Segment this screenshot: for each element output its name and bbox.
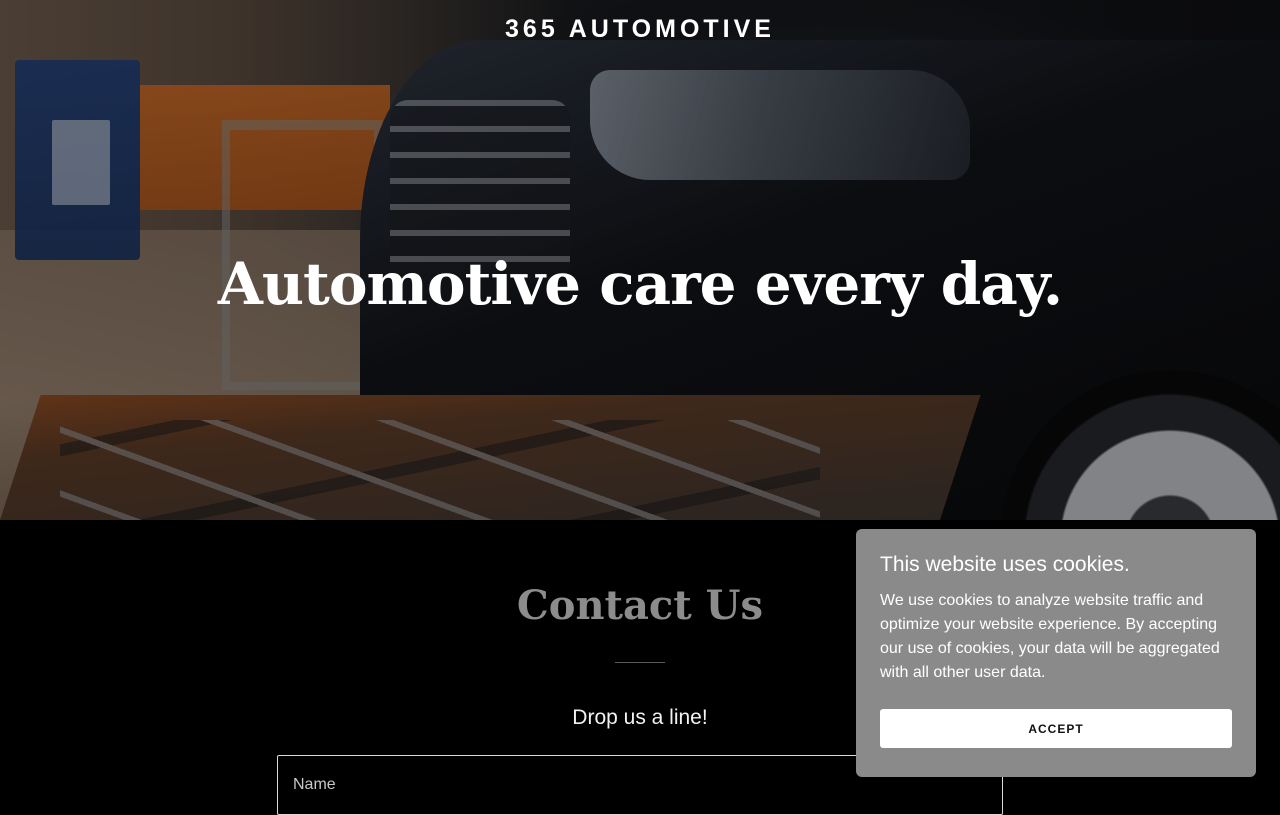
cookie-banner-title: This website uses cookies. [880,553,1130,576]
title-divider [615,662,665,663]
hero-section: 365 AUTOMOTIVE Automotive care every day… [0,0,1280,520]
cookie-consent-banner: This website uses cookies. We use cookie… [856,529,1256,777]
accept-cookies-button[interactable]: ACCEPT [880,709,1232,748]
hero-headline: Automotive care every day. [217,250,1063,318]
cookie-banner-text: We use cookies to analyze website traffi… [880,592,1220,681]
site-brand-logo[interactable]: 365 AUTOMOTIVE [0,15,1280,44]
